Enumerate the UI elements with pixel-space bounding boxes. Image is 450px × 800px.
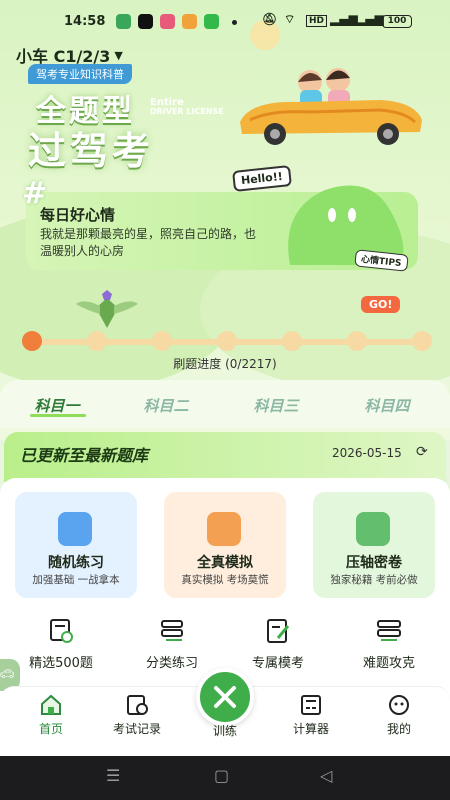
progress-dot — [282, 331, 302, 351]
wings-badge-icon — [76, 290, 138, 328]
hero-title-line2: 过驾考 — [28, 129, 155, 173]
system-nav-bar: ☰ ▢ ◁ — [0, 756, 450, 800]
quick-action-exclusive-mock[interactable]: 专属模考 — [233, 618, 323, 671]
mock-exam-card[interactable]: 全真模拟 真实模拟 考场莫慌 — [164, 492, 286, 598]
tab-subject-2[interactable]: 科目二 — [121, 395, 211, 416]
car-illustration — [240, 68, 422, 145]
nav-label: 训练 — [212, 724, 237, 738]
chevron-down-icon: ▼ — [114, 48, 123, 62]
quick-action-category[interactable]: 分类练习 — [127, 618, 217, 671]
document-icon — [58, 512, 92, 546]
mode-title: 全真模拟 — [197, 555, 253, 571]
tab-active-indicator — [30, 414, 86, 417]
nav-mine[interactable]: 我的 — [364, 694, 434, 737]
tiktok-icon — [138, 14, 153, 29]
progress-dot — [412, 331, 432, 351]
book-icon — [356, 512, 390, 546]
mood-text: 我就是那颗最亮的星，照亮自己的路，也温暖别人的心房 — [40, 227, 257, 258]
calculator-icon — [301, 695, 321, 715]
wifi-icon: ⌔ — [284, 12, 296, 26]
status-bar: 14:58 🔕︎ ⌔ HD ▂▄▆ ▂▄▆ 100 — [0, 0, 450, 40]
home-icon — [41, 694, 61, 715]
hero-title-en: Entire DRIVER LICENSE — [150, 97, 224, 117]
progress-dot — [347, 331, 367, 351]
app-notification-icon — [160, 14, 175, 29]
menu-icon[interactable]: ☰ — [106, 766, 120, 785]
nav-exam-records[interactable]: 考试记录 — [102, 694, 172, 737]
question-bank-status: 已更新至最新题库 — [20, 446, 149, 465]
progress-dot — [217, 331, 237, 351]
book-stack-icon — [377, 620, 401, 641]
mode-title: 压轴密卷 — [346, 555, 402, 571]
tab-subject-3[interactable]: 科目三 — [231, 395, 321, 416]
app-notification-icon — [204, 14, 219, 29]
mode-desc: 独家秘籍 考前必做 — [330, 574, 418, 586]
quick-action-label: 分类练习 — [145, 656, 198, 671]
home-square-icon[interactable]: ▢ — [214, 766, 229, 785]
edit-document-icon — [267, 619, 290, 643]
certificate-icon — [50, 619, 73, 643]
quick-action-label: 精选500题 — [29, 656, 93, 671]
subtitle-tag: 驾考专业知识科普 — [28, 64, 132, 84]
mode-title: 随机练习 — [48, 555, 104, 571]
more-notifications-dot — [232, 20, 237, 25]
nav-label: 计算器 — [292, 722, 329, 736]
category-list-icon — [161, 620, 183, 641]
battery-icon: 100 — [382, 15, 412, 28]
mode-desc: 加强基础 一战拿本 — [32, 574, 120, 586]
mute-icon: 🔕︎ — [262, 12, 278, 26]
status-time: 14:58 — [64, 14, 106, 29]
progress-label: 刷题进度 (0/2217) — [173, 357, 277, 371]
exam-paper-icon — [207, 512, 241, 546]
mood-title: 每日好心情 — [40, 206, 116, 224]
quick-action-label: 专属模考 — [251, 656, 304, 671]
progress-dot — [152, 331, 172, 351]
back-icon[interactable]: ◁ — [320, 766, 332, 785]
quick-action-hard-questions[interactable]: 难题攻克 — [344, 618, 434, 671]
profile-icon — [389, 695, 409, 715]
app-notification-icon — [116, 14, 131, 29]
nav-home[interactable]: 首页 — [16, 694, 86, 737]
mode-desc: 真实模拟 考场莫慌 — [181, 574, 269, 586]
signal-icon: ▂▄▆ — [330, 12, 358, 26]
nav-training-button[interactable] — [196, 668, 254, 726]
training-icon — [214, 686, 236, 708]
tab-subject-4[interactable]: 科目四 — [342, 395, 432, 416]
refresh-icon[interactable]: ⟳ — [416, 444, 428, 460]
nav-label: 我的 — [386, 722, 411, 736]
go-tag: GO! — [361, 296, 401, 313]
progress-start-dot — [22, 331, 42, 351]
question-bank-date: 2026-05-15 — [332, 446, 402, 460]
secret-paper-card[interactable]: 压轴密卷 独家秘籍 考前必做 — [313, 492, 435, 598]
progress-dot — [87, 331, 107, 351]
quick-action-selected-500[interactable]: 精选500题 — [16, 618, 106, 671]
random-practice-card[interactable]: 随机练习 加强基础 一战拿本 — [15, 492, 137, 598]
network-badge: HD — [306, 15, 328, 27]
nav-label: 考试记录 — [112, 722, 161, 736]
exam-record-icon — [127, 695, 148, 715]
quick-action-label: 难题攻克 — [362, 656, 415, 671]
signal-icon: ▂▄▆ — [356, 12, 384, 26]
nav-label: 首页 — [38, 722, 63, 736]
app-notification-icon — [182, 14, 197, 29]
tab-subject-1[interactable]: 科目一 — [12, 395, 102, 416]
nav-calculator[interactable]: 计算器 — [276, 694, 346, 737]
